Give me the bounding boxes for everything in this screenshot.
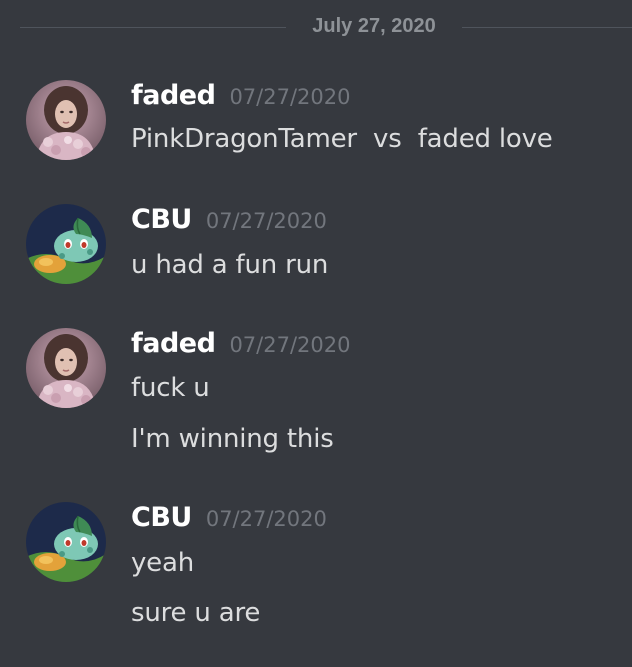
- date-divider: July 27, 2020: [0, 8, 632, 48]
- divider-line-right: [462, 27, 632, 28]
- username[interactable]: CBU: [131, 204, 192, 235]
- message-header: faded 07/27/2020: [131, 80, 350, 116]
- message-group: CBU 07/27/2020 u had a fun run: [0, 204, 632, 284]
- message-header: CBU 07/27/2020: [131, 204, 327, 240]
- username[interactable]: CBU: [131, 502, 192, 533]
- message-group: faded 07/27/2020 PinkDragonTamer vs faded…: [0, 80, 632, 160]
- message-group: faded 07/27/2020 fuck u I'm winning this: [0, 328, 632, 468]
- message-header: faded 07/27/2020: [131, 328, 350, 364]
- message-timestamp: 07/27/2020: [229, 333, 351, 357]
- message-text: yeah: [131, 548, 194, 578]
- message-timestamp: 07/27/2020: [205, 209, 327, 233]
- message-text: sure u are: [131, 598, 261, 628]
- username[interactable]: faded: [131, 80, 216, 111]
- message-header: CBU 07/27/2020: [131, 502, 327, 538]
- message-text: PinkDragonTamer vs faded love: [131, 124, 553, 154]
- message-group: CBU 07/27/2020 yeah sure u are: [0, 502, 632, 642]
- username[interactable]: faded: [131, 328, 216, 359]
- chat-message-list[interactable]: July 27, 2020 faded 07/27/2020 PinkDrago…: [0, 0, 632, 667]
- divider-line-left: [20, 27, 286, 28]
- woman-portrait-avatar-icon[interactable]: [26, 328, 106, 408]
- message-text: I'm winning this: [131, 424, 334, 454]
- woman-portrait-avatar-icon[interactable]: [26, 80, 106, 160]
- bulbasaur-avatar-icon[interactable]: [26, 502, 106, 582]
- date-divider-label: July 27, 2020: [312, 15, 436, 37]
- bulbasaur-avatar-icon[interactable]: [26, 204, 106, 284]
- message-timestamp: 07/27/2020: [229, 85, 351, 109]
- message-text: fuck u: [131, 373, 210, 403]
- message-timestamp: 07/27/2020: [205, 507, 327, 531]
- message-text: u had a fun run: [131, 250, 329, 280]
